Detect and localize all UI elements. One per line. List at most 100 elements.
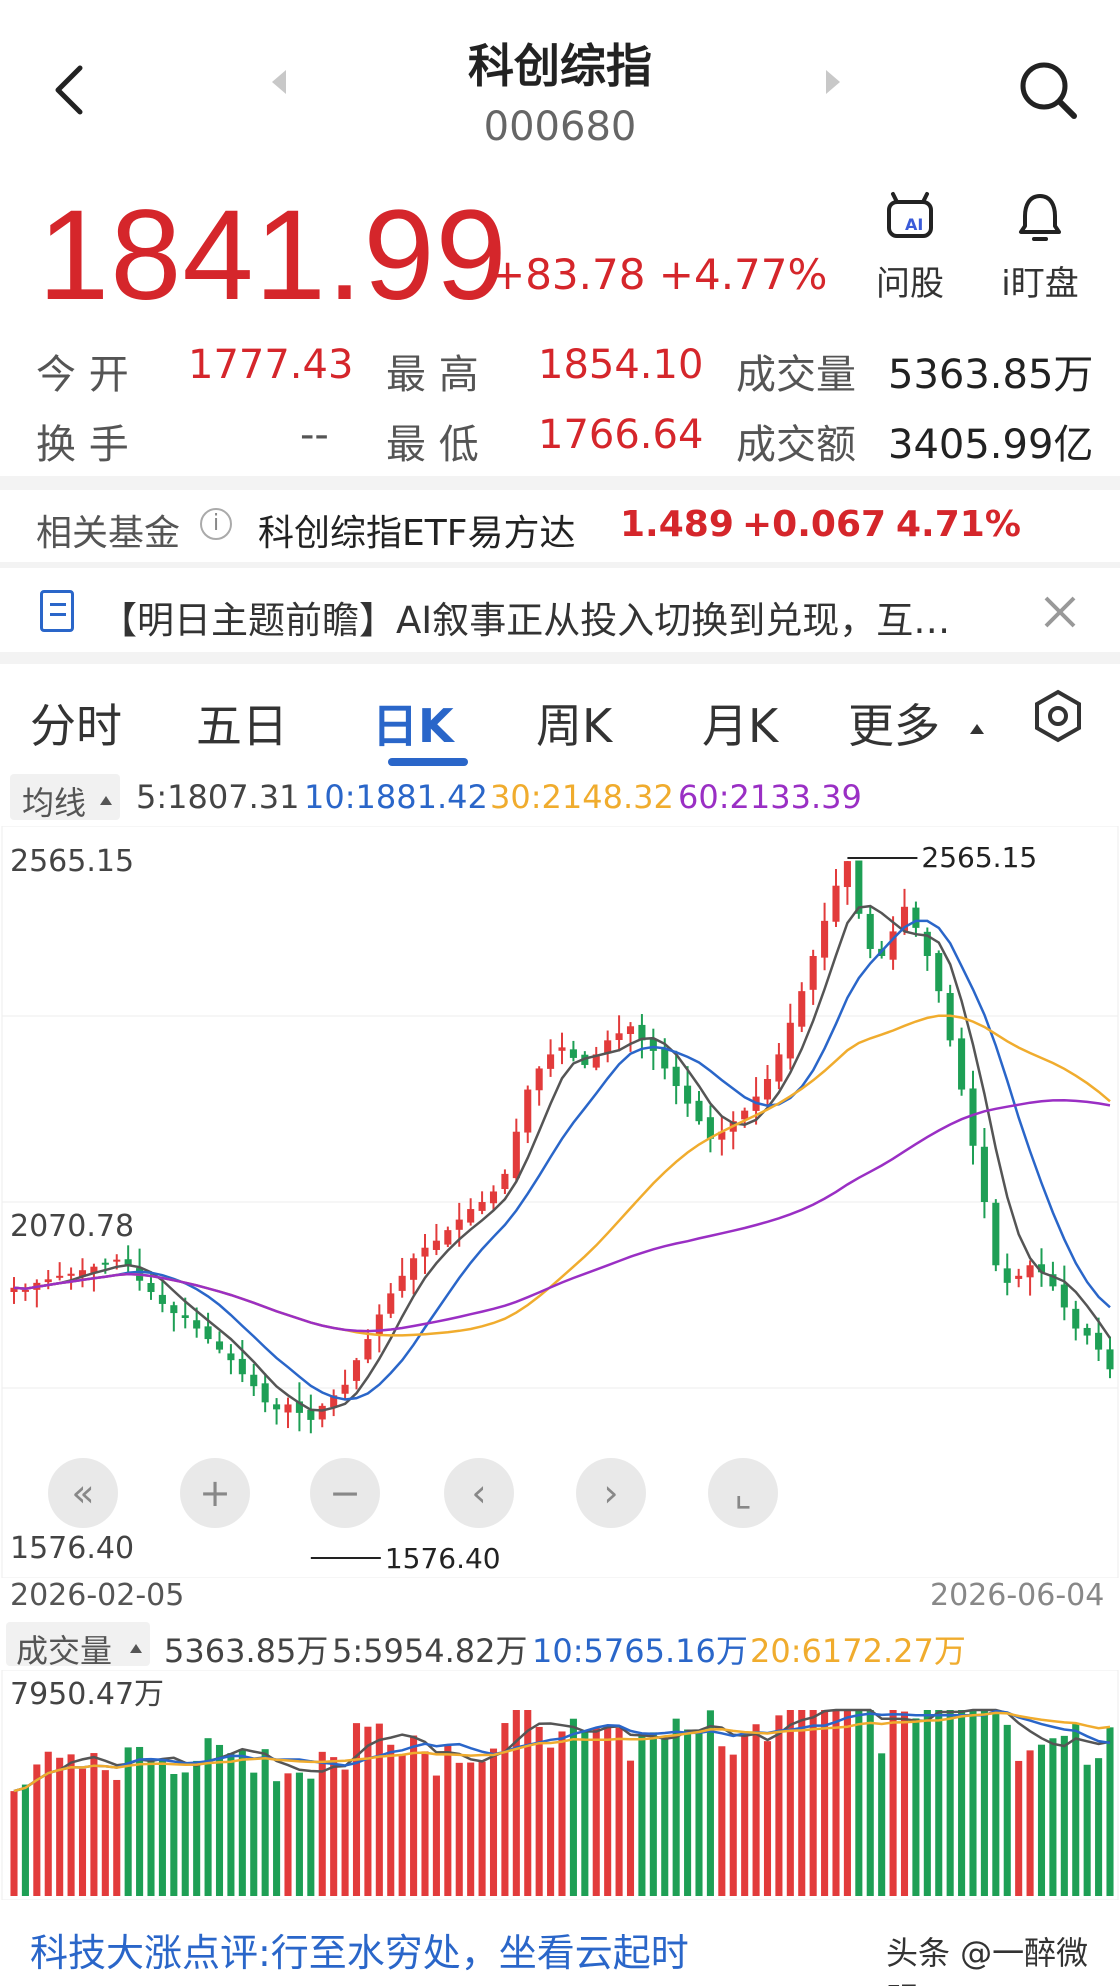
candle <box>215 1341 224 1350</box>
close-icon[interactable] <box>1040 592 1080 632</box>
low-marker-label: 1576.40 <box>385 1542 501 1575</box>
tab-intraday[interactable]: 分时 <box>30 690 122 756</box>
volume-bar <box>295 1772 303 1896</box>
fast-back-button[interactable]: « <box>48 1458 118 1528</box>
high-label: 最 高 <box>386 352 479 398</box>
next-index-icon[interactable] <box>826 70 840 94</box>
candle <box>444 1230 452 1245</box>
volume-bar <box>912 1718 920 1896</box>
volume-bar <box>729 1754 737 1896</box>
fund-change-pct: 4.71% <box>896 504 1021 545</box>
low-label: 最 低 <box>386 422 479 468</box>
volume-bar <box>1083 1764 1091 1896</box>
volume-bar <box>786 1710 794 1896</box>
volume-bar <box>1049 1738 1057 1896</box>
watch-button[interactable]: i盯盘 <box>995 190 1085 305</box>
candle <box>273 1404 281 1410</box>
ma-selector-button[interactable]: 均线 <box>10 774 120 822</box>
volume-bar <box>878 1753 886 1896</box>
candle <box>1026 1265 1034 1278</box>
tab-five-day[interactable]: 五日 <box>196 690 288 756</box>
candle <box>341 1384 349 1394</box>
volume-bar <box>1026 1750 1034 1896</box>
reset-view-button[interactable]: ⌞ <box>708 1458 778 1528</box>
candle <box>786 1022 794 1059</box>
hexagon-settings-icon[interactable] <box>1030 688 1086 744</box>
candle <box>398 1275 406 1291</box>
tab-more[interactable]: 更多 <box>848 690 940 756</box>
volume-bar <box>136 1746 144 1896</box>
zoom-out-button[interactable]: − <box>310 1458 380 1528</box>
tab-weekly-k[interactable]: 周K <box>536 690 612 756</box>
search-icon[interactable] <box>1016 58 1080 122</box>
volume-bar <box>626 1760 635 1896</box>
candle <box>832 885 840 922</box>
turnover-value: -- <box>300 412 329 458</box>
volume-bar <box>969 1710 977 1896</box>
candle <box>410 1258 418 1280</box>
bottom-news-bar[interactable]: 科技大涨点评:行至水穷处，坐看云起时 头条 @一醉微明 <box>0 1900 1120 1986</box>
candle <box>672 1066 680 1087</box>
volume-bar <box>78 1768 87 1896</box>
volume-bar <box>147 1760 155 1896</box>
candle <box>467 1209 475 1223</box>
news-headline[interactable]: 【明日主题前瞻】AI叙事正从投入切换到兑现，互… <box>100 590 950 644</box>
volume-label: 成交量 <box>736 352 856 398</box>
volume-bar <box>684 1729 692 1896</box>
volume-bar <box>250 1772 258 1896</box>
candle <box>238 1358 246 1375</box>
zoom-in-button[interactable]: + <box>180 1458 250 1528</box>
candle <box>912 907 920 928</box>
info-icon[interactable]: i <box>200 508 232 540</box>
volume-selector-button[interactable]: 成交量 <box>6 1622 150 1670</box>
news-banner[interactable]: 【明日主题前瞻】AI叙事正从投入切换到兑现，互… <box>0 578 1120 650</box>
volume-bar <box>889 1710 897 1896</box>
candle <box>866 913 874 949</box>
volume-bar <box>478 1761 486 1896</box>
candle <box>204 1326 212 1340</box>
volume-bar <box>330 1757 338 1896</box>
candle <box>101 1262 109 1265</box>
tab-monthly-k[interactable]: 月K <box>702 690 778 756</box>
volume-bar <box>946 1710 954 1896</box>
candle <box>432 1240 440 1250</box>
volume-bar <box>33 1764 41 1896</box>
volume-bar <box>398 1754 406 1896</box>
candle <box>1060 1284 1068 1308</box>
related-fund-row[interactable]: 相关基金 i 科创综指ETF易方达 1.489 +0.067 4.71% <box>0 490 1120 560</box>
volume-ma5: 5:5954.82万 <box>332 1632 528 1670</box>
volume-bar <box>1095 1758 1103 1896</box>
volume-bar <box>181 1772 189 1896</box>
fund-name[interactable]: 科创综指ETF易方达 <box>258 504 575 556</box>
volume-bar <box>798 1710 806 1896</box>
candle <box>21 1289 29 1292</box>
volume-legend: 成交量 5363.85万 5:5954.82万 10:5765.16万 20:6… <box>0 1622 1120 1670</box>
volume-bar <box>1106 1727 1114 1896</box>
candle <box>227 1353 235 1361</box>
candle <box>1095 1332 1103 1350</box>
candle <box>512 1131 520 1179</box>
scroll-left-button[interactable]: ‹ <box>444 1458 514 1528</box>
header: 科创综指 000680 <box>0 0 1120 170</box>
ai-stock-button[interactable]: AI 问股 <box>870 190 950 305</box>
high-value: 1854.10 <box>538 342 704 388</box>
bottom-news-link[interactable]: 科技大涨点评:行至水穷处，坐看云起时 <box>30 1922 689 1977</box>
scroll-right-button[interactable]: › <box>576 1458 646 1528</box>
ma-legend: 均线 5:1807.31 10:1881.42 30:2148.32 60:21… <box>0 774 1120 824</box>
fund-price: 1.489 <box>620 504 734 545</box>
candle <box>684 1085 692 1104</box>
tab-daily-k[interactable]: 日K <box>372 690 454 756</box>
volume-bar <box>706 1710 714 1896</box>
candle <box>1106 1349 1114 1370</box>
candle <box>958 1038 966 1090</box>
volume-bar <box>90 1753 98 1896</box>
open-value: 1777.43 <box>188 342 354 388</box>
volume-value: 5363.85万 <box>888 352 1094 398</box>
volume-bar <box>410 1735 418 1896</box>
candle <box>501 1173 509 1190</box>
candle <box>843 861 851 888</box>
y-label-mid: 2070.78 <box>10 1209 134 1244</box>
bell-icon <box>1019 194 1061 241</box>
candle <box>558 1047 566 1051</box>
candlestick-chart[interactable]: 2565.15 2070.78 1576.40 2565.15 1576.40 <box>0 826 1120 1578</box>
